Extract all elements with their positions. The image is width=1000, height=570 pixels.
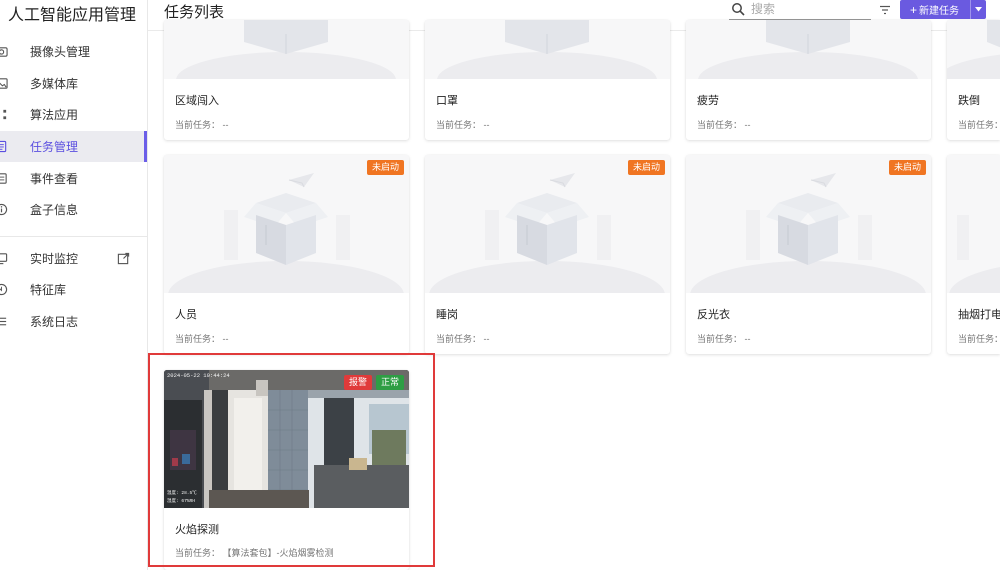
search-box[interactable] [729,0,871,20]
task-card-title: 人员 [175,309,197,321]
task-card-current-task: 当前任务： -- [175,334,229,344]
task-card-current-task: 当前任务： -- [958,120,1000,130]
task-card-title: 区域闯入 [175,95,219,107]
face-icon [0,283,8,297]
placeholder-illustration [168,173,404,293]
search-icon [731,2,745,16]
sidebar: 人工智能应用管理 摄像头管理 多媒体库 算法应用 任务管理 事件查看 盒子信息 … [0,0,148,570]
camera-icon [0,45,8,59]
task-card-thumbnail: 未启动 [686,155,931,293]
task-card-current-task: 当前任务： -- [697,334,751,344]
task-card-thumbnail [164,20,409,79]
task-card[interactable]: 疲劳 当前任务： -- [686,20,931,140]
task-card-title: 疲劳 [697,95,719,107]
sidebar-item-label: 摄像头管理 [30,45,91,60]
task-card[interactable]: 区域闯入 当前任务： -- [164,20,409,140]
sidebar-item-label: 多媒体库 [30,76,79,91]
task-card-current-task: 当前任务： -- [436,120,490,130]
image-icon [0,76,8,90]
task-card-title: 睡岗 [436,309,458,321]
app-title: 人工智能应用管理 [8,7,137,24]
placeholder-illustration [437,20,657,79]
status-badge: 未启动 [366,160,404,175]
placeholder-illustration [698,20,918,79]
task-card-title: 口罩 [436,95,458,107]
placeholder-illustration [690,173,926,293]
task-card-thumbnail [947,155,1000,293]
task-card[interactable]: 口罩 当前任务： -- [425,20,670,140]
placeholder-illustration [429,173,665,293]
external-link-icon[interactable] [117,252,130,265]
sidebar-item-label: 特征库 [30,283,67,298]
task-card-thumbnail: 未启动 [164,155,409,293]
filter-icon[interactable] [879,3,891,15]
task-card-title: 反光衣 [697,309,730,321]
task-card[interactable]: 未启动 反光衣 当前任务： -- [686,155,931,354]
dropdown-toggle[interactable] [970,0,986,19]
task-card[interactable]: 未启动 睡岗 当前任务： -- [425,155,670,354]
sidebar-item-label: 实时监控 [30,251,79,266]
placeholder-illustration [949,215,1000,293]
sidebar-item-camera[interactable]: 摄像头管理 [0,36,147,68]
task-card-title: 抽烟打电 [958,309,1000,321]
task-card[interactable]: 跌倒 当前任务： -- [947,20,1000,140]
sidebar-item-label: 事件查看 [30,171,79,186]
plus-icon: + [910,2,918,17]
page-title: 任务列表 [164,4,225,21]
new-task-button[interactable]: + 新建任务 [900,0,986,19]
search-input[interactable] [751,1,869,17]
status-badge: 未启动 [888,160,926,175]
sidebar-nav: 摄像头管理 多媒体库 算法应用 任务管理 事件查看 盒子信息 实时监控 特征库 … [0,36,147,337]
sidebar-divider [0,235,147,237]
list-icon [0,171,8,185]
grid-icon [0,108,8,122]
sidebar-item-label: 任务管理 [30,140,79,155]
status-badge: 未启动 [627,160,665,175]
sidebar-item-system-log[interactable]: 系统日志 [0,306,147,338]
sidebar-item-events[interactable]: 事件查看 [0,162,147,194]
sidebar-item-label: 算法应用 [30,108,79,123]
sidebar-item-box-info[interactable]: 盒子信息 [0,194,147,226]
chevron-down-icon [975,7,982,12]
info-icon [0,203,8,217]
task-card-current-task: 当前任务： -- [175,120,229,130]
sidebar-item-tasks[interactable]: 任务管理 [0,130,147,163]
task-card-title: 跌倒 [958,95,980,107]
task-card-thumbnail [947,20,1000,79]
sidebar-item-live-monitor[interactable]: 实时监控 [0,243,147,275]
sidebar-item-label: 系统日志 [30,315,79,330]
sidebar-item-algorithm[interactable]: 算法应用 [0,99,147,131]
task-card-current-task: 当前任务： -- [958,334,1000,344]
menu-icon [0,315,8,329]
document-icon [0,140,8,154]
sidebar-item-media[interactable]: 多媒体库 [0,68,147,100]
task-card-current-task: 当前任务： -- [697,120,751,130]
task-card-thumbnail: 未启动 [425,155,670,293]
task-card[interactable]: 未启动 人员 当前任务： -- [164,155,409,354]
sidebar-item-label: 盒子信息 [30,203,79,218]
task-card-thumbnail [425,20,670,79]
selection-highlight [148,353,435,567]
sidebar-item-feature-library[interactable]: 特征库 [0,274,147,306]
task-card[interactable]: 抽烟打电 当前任务： -- [947,155,1000,354]
placeholder-illustration [947,20,1000,79]
monitor-icon [0,251,8,265]
task-card-thumbnail [686,20,931,79]
new-task-label: 新建任务 [919,6,960,17]
task-card-current-task: 当前任务： -- [436,334,490,344]
placeholder-illustration [176,20,396,79]
